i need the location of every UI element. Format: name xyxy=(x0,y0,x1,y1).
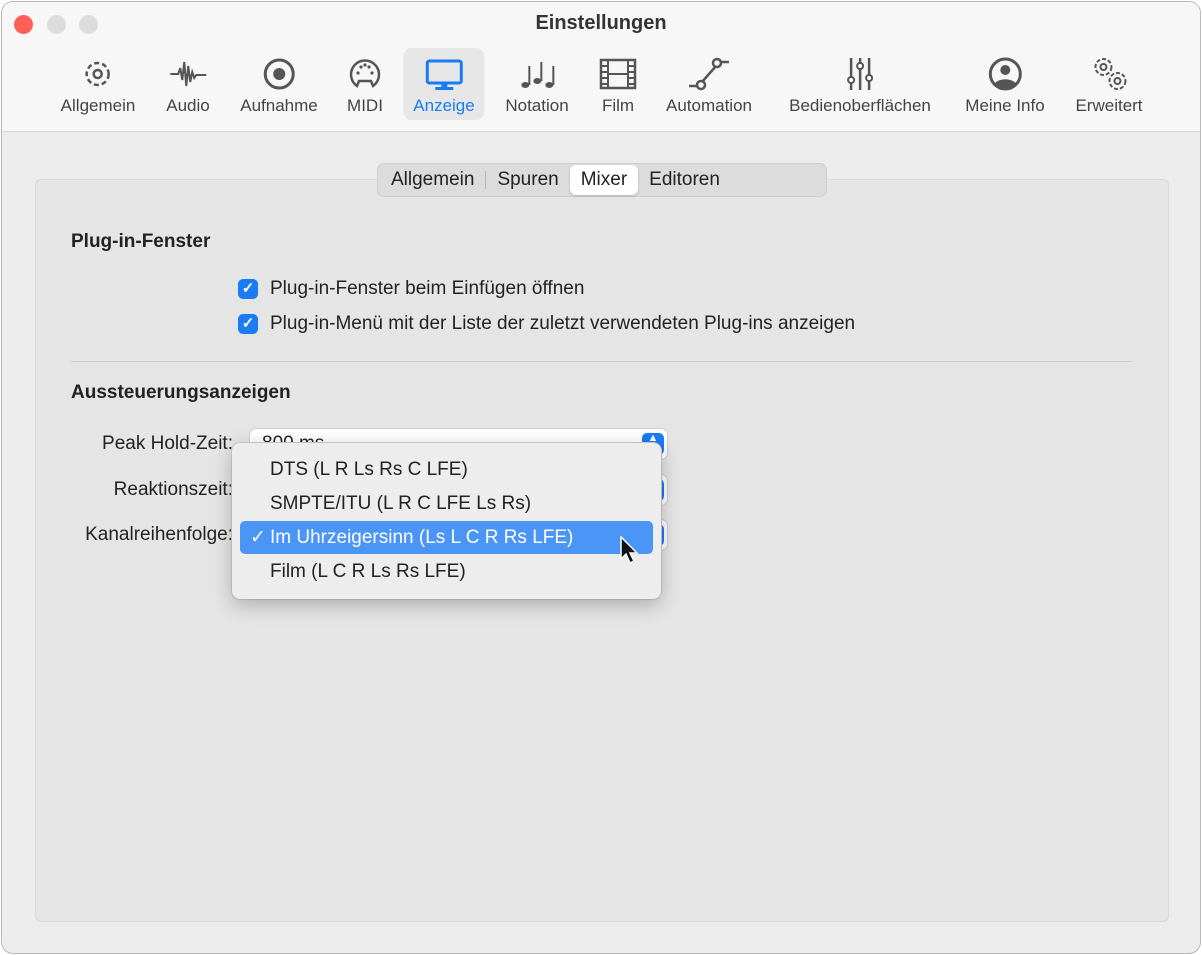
record-icon xyxy=(263,58,295,90)
menu-item-label: DTS (L R Ls Rs C LFE) xyxy=(270,459,468,480)
checkbox-open-plugin-window[interactable]: ✓ Plug-in-Fenster beim Einfügen öffnen xyxy=(238,278,584,300)
mouse-pointer-icon xyxy=(620,536,639,565)
notes-icon xyxy=(520,62,554,88)
tab-mixer[interactable]: Mixer xyxy=(569,165,639,195)
checkbox-label: Plug-in-Fenster beim Einfügen öffnen xyxy=(270,278,585,299)
sliders-icon xyxy=(847,58,873,90)
toolbar-label: Erweitert xyxy=(1075,96,1143,115)
toolbar-notation[interactable]: Notation xyxy=(495,48,578,120)
menu-item-clockwise[interactable]: ✓ Im Uhrzeigersinn (Ls L C R Rs LFE) xyxy=(240,521,653,554)
toolbar-bedienoberflaechen[interactable]: Bedienoberflächen xyxy=(779,48,941,120)
tab-editoren[interactable]: Editoren xyxy=(638,165,731,195)
toolbar-label: Meine Info xyxy=(965,96,1045,115)
gear-icon xyxy=(85,61,111,87)
gears-icon xyxy=(1093,58,1126,90)
reaction-time-label: Reaktionszeit: xyxy=(113,479,233,500)
menu-item-label: Film (L C R Ls Rs LFE) xyxy=(270,561,466,582)
film-icon xyxy=(599,58,637,90)
waveform-icon xyxy=(169,61,206,87)
peak-hold-label: Peak Hold-Zeit: xyxy=(102,433,233,454)
display-icon xyxy=(425,59,463,90)
toolbar-audio[interactable]: Audio xyxy=(156,48,219,120)
divider xyxy=(71,361,1132,362)
toolbar-label: Audio xyxy=(166,96,210,115)
menu-item-dts[interactable]: DTS (L R Ls Rs C LFE) xyxy=(240,453,653,486)
toolbar-label: Automation xyxy=(666,96,752,115)
checkbox-checked-icon[interactable]: ✓ xyxy=(238,314,258,334)
toolbar-allgemein[interactable]: Allgemein xyxy=(51,48,146,120)
section-heading-plugin: Plug-in-Fenster xyxy=(71,231,211,252)
person-icon xyxy=(988,57,1022,91)
menu-item-label: Im Uhrzeigersinn (Ls L C R Rs LFE) xyxy=(270,527,574,548)
midi-connector-icon xyxy=(349,59,381,88)
menu-item-film[interactable]: Film (L C R Ls Rs LFE) xyxy=(240,555,653,588)
tab-bar: Allgemein Spuren Mixer Editoren xyxy=(377,163,827,197)
checkbox-label: Plug-in-Menü mit der Liste der zuletzt v… xyxy=(270,313,856,334)
tab-allgemein[interactable]: Allgemein xyxy=(380,165,485,195)
toolbar: Einstellungen Allgemein Audio Aufnahme M… xyxy=(2,2,1200,132)
toolbar-label: Anzeige xyxy=(413,96,475,115)
toolbar-label: Film xyxy=(601,96,635,115)
toolbar-label: Notation xyxy=(505,96,569,115)
menu-item-label: SMPTE/ITU (L R C LFE Ls Rs) xyxy=(270,493,532,514)
settings-window: Einstellungen Allgemein Audio Aufnahme M… xyxy=(1,1,1201,954)
checkmark-icon: ✓ xyxy=(250,527,266,548)
menu-item-smpte-itu[interactable]: SMPTE/ITU (L R C LFE Ls Rs) xyxy=(240,487,653,520)
toolbar-automation[interactable]: Automation xyxy=(656,48,762,120)
toolbar-midi[interactable]: MIDI xyxy=(335,48,395,120)
checkbox-recent-plugins-menu[interactable]: ✓ Plug-in-Menü mit der Liste der zuletzt … xyxy=(238,313,855,335)
section-heading-meters: Aussteuerungsanzeigen xyxy=(71,382,291,403)
toolbar-label: Allgemein xyxy=(60,96,136,115)
channel-order-label: Kanalreihenfolge: xyxy=(85,524,233,545)
toolbar-erweitert[interactable]: Erweitert xyxy=(1065,48,1152,120)
toolbar-label: Aufnahme xyxy=(240,96,318,115)
toolbar-film[interactable]: Film xyxy=(588,48,648,120)
toolbar-label: Bedienoberflächen xyxy=(789,96,931,115)
toolbar-aufnahme[interactable]: Aufnahme xyxy=(230,48,328,120)
channel-order-menu: DTS (L R Ls Rs C LFE) SMPTE/ITU (L R C L… xyxy=(232,443,661,599)
toolbar-label: MIDI xyxy=(347,96,383,115)
toolbar-anzeige[interactable]: Anzeige xyxy=(403,48,485,120)
tab-spuren[interactable]: Spuren xyxy=(486,165,569,195)
window-title: Einstellungen xyxy=(535,12,667,34)
automation-icon xyxy=(689,57,729,91)
checkbox-checked-icon[interactable]: ✓ xyxy=(238,279,258,299)
toolbar-meine-info[interactable]: Meine Info xyxy=(955,48,1054,120)
